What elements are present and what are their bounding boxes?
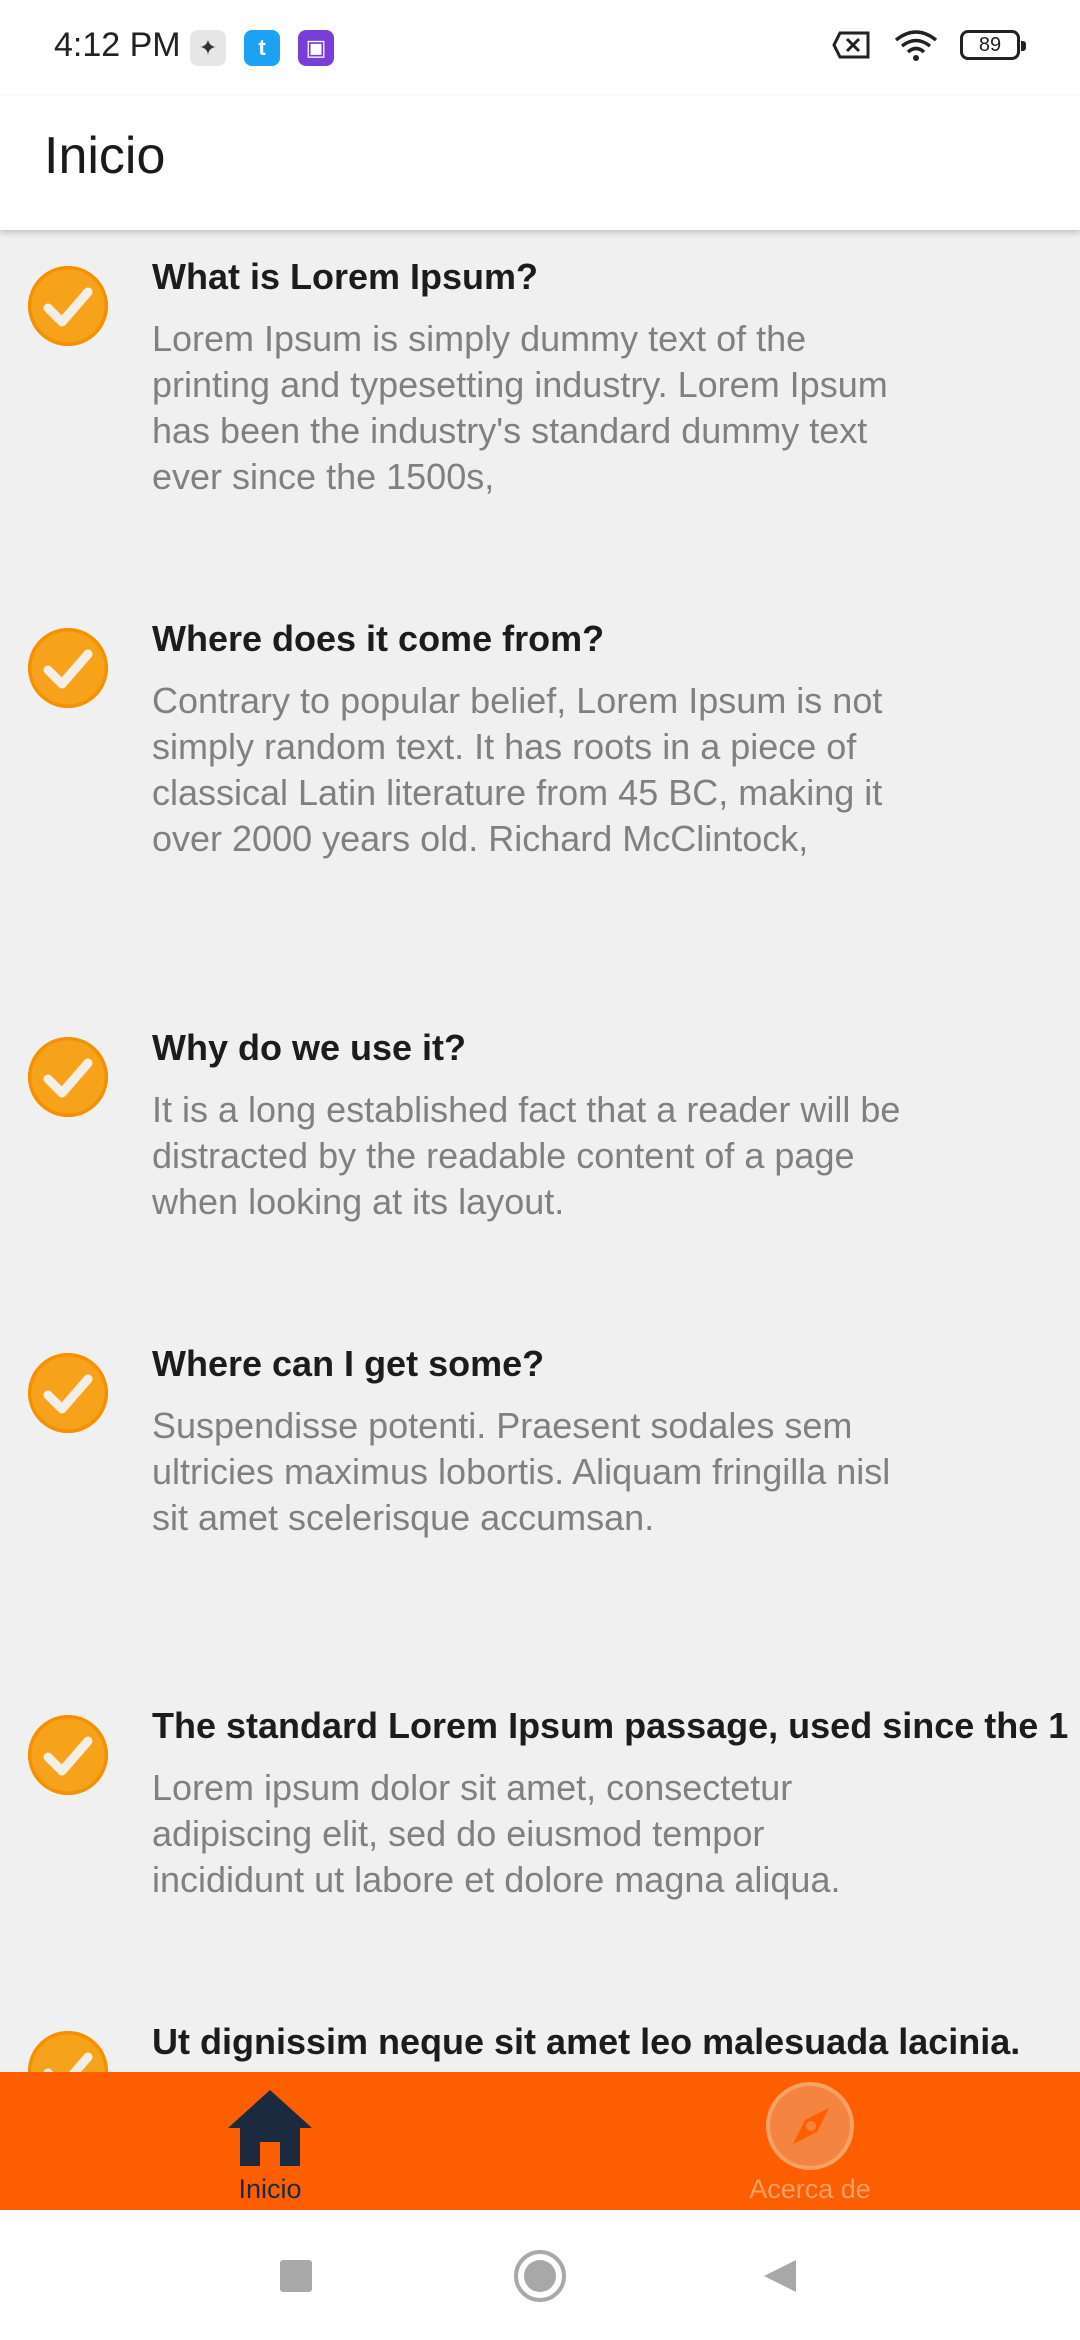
item-title: Ut dignissim neque sit amet leo malesuad… xyxy=(152,2021,1021,2062)
item-title: The standard Lorem Ipsum passage, used s… xyxy=(152,1705,1069,1746)
check-circle-icon xyxy=(28,266,108,346)
app-bar: Inicio xyxy=(0,96,1080,230)
home-button-icon[interactable] xyxy=(512,2248,568,2304)
wifi-icon xyxy=(894,30,938,61)
item-title: Where does it come from? xyxy=(152,618,605,659)
twitch-icon: ▣ xyxy=(298,30,334,66)
check-circle-icon xyxy=(28,1353,108,1433)
compass-icon xyxy=(766,2082,854,2170)
item-title: Where can I get some? xyxy=(152,1343,545,1384)
no-sim-icon xyxy=(832,31,870,59)
item-body: Contrary to popular belief, Lorem Ipsum … xyxy=(152,680,883,859)
nav-about[interactable]: Acerca de xyxy=(540,2072,1080,2210)
nav-about-label: Acerca de xyxy=(749,2174,871,2204)
item-body: Lorem ipsum dolor sit amet, consectetur … xyxy=(152,1767,841,1900)
item-title: What is Lorem Ipsum? xyxy=(152,256,539,297)
status-bar: 4:12 PM ✦ t ▣ 89 xyxy=(0,0,1080,96)
check-circle-icon xyxy=(28,2031,108,2072)
back-icon[interactable] xyxy=(760,2256,800,2296)
status-right: 89 xyxy=(832,28,1026,62)
system-nav xyxy=(0,2210,1080,2340)
bottom-nav: Inicio Acerca de xyxy=(0,2072,1080,2210)
content-list[interactable]: What is Lorem Ipsum? Lorem Ipsum is simp… xyxy=(0,232,1080,2072)
check-circle-icon xyxy=(28,1037,108,1117)
item-body: It is a long established fact that a rea… xyxy=(152,1089,901,1222)
item-body: Suspendisse potenti. Praesent sodales se… xyxy=(152,1405,891,1538)
status-app-icons: ✦ t ▣ xyxy=(190,30,334,66)
nav-home[interactable]: Inicio xyxy=(0,2072,540,2210)
twitter-icon: t xyxy=(244,30,280,66)
recents-icon[interactable] xyxy=(276,2256,316,2296)
check-circle-icon xyxy=(28,628,108,708)
status-time: 4:12 PM xyxy=(54,26,181,64)
nav-home-label: Inicio xyxy=(238,2174,302,2204)
check-circle-icon xyxy=(28,1715,108,1795)
accessibility-icon: ✦ xyxy=(190,30,226,66)
home-icon xyxy=(228,2090,312,2166)
page-title: Inicio xyxy=(44,127,166,185)
item-body: Lorem Ipsum is simply dummy text of the … xyxy=(152,318,888,497)
battery-icon: 89 xyxy=(960,30,1026,60)
battery-level: 89 xyxy=(978,33,1002,56)
item-title: Why do we use it? xyxy=(152,1027,467,1068)
